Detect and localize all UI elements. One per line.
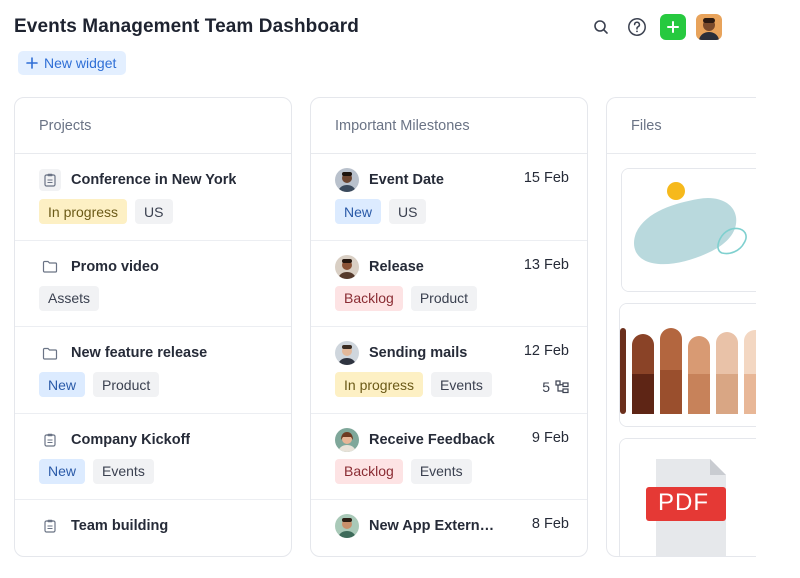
- status-tag[interactable]: Backlog: [335, 458, 403, 484]
- project-row[interactable]: Promo video Assets: [15, 241, 291, 327]
- subtasks-icon: [555, 380, 569, 394]
- milestone-title: New App Extern…: [369, 518, 495, 534]
- file-thumbnail-pdf[interactable]: PDF: [619, 438, 756, 556]
- milestone-row[interactable]: New App Extern… 8 Feb: [311, 500, 587, 556]
- file-thumbnail-art[interactable]: [621, 168, 756, 292]
- milestone-row[interactable]: Receive Feedback 9 Feb Backlog Events: [311, 414, 587, 500]
- avatar: [335, 254, 359, 279]
- help-button[interactable]: [624, 14, 650, 40]
- project-row[interactable]: New feature release New Product: [15, 327, 291, 414]
- milestone-title: Receive Feedback: [369, 431, 495, 448]
- status-tag[interactable]: Backlog: [335, 285, 403, 311]
- milestone-date: 13 Feb: [523, 256, 569, 273]
- label-tag[interactable]: Product: [93, 372, 160, 397]
- help-icon: [628, 18, 646, 36]
- avatar: [335, 168, 359, 192]
- project-row[interactable]: Team building: [15, 500, 291, 556]
- status-tag[interactable]: New: [39, 372, 86, 397]
- page-title: Events Management Team Dashboard: [14, 16, 359, 37]
- milestone-title: Event Date: [369, 172, 444, 188]
- project-title: Company Kickoff: [71, 431, 191, 448]
- milestone-row[interactable]: Release 13 Feb Backlog Product: [311, 241, 587, 327]
- label-tag[interactable]: Events: [431, 372, 492, 397]
- project-row[interactable]: Conference in New York In progress US: [15, 154, 291, 241]
- milestone-title: Release: [369, 258, 424, 275]
- pdf-label: PDF: [658, 489, 709, 516]
- folder-icon: [39, 256, 61, 278]
- label-tag[interactable]: Assets: [39, 285, 100, 311]
- search-button[interactable]: [588, 14, 614, 40]
- milestones-header: Important Milestones: [311, 98, 587, 154]
- milestone-row[interactable]: Event Date 15 Feb New US: [311, 154, 587, 241]
- search-icon: [594, 20, 608, 34]
- label-tag[interactable]: Product: [410, 285, 478, 311]
- clipboard-icon: [39, 169, 61, 191]
- new-widget-label: New widget: [44, 55, 117, 71]
- abstract-art-image: [622, 169, 756, 291]
- projects-header: Projects: [15, 98, 291, 154]
- subtask-count[interactable]: 5: [542, 379, 569, 395]
- plus-icon: [667, 21, 679, 33]
- project-title: Promo video: [71, 258, 159, 275]
- project-title: Conference in New York: [71, 172, 237, 188]
- status-tag[interactable]: New: [39, 458, 86, 484]
- add-button[interactable]: [660, 14, 686, 40]
- subtask-count-value: 5: [542, 379, 550, 395]
- project-title: New feature release: [71, 345, 208, 361]
- milestone-title: Sending mails: [369, 345, 468, 361]
- project-title: Team building: [71, 518, 169, 534]
- files-header: Files: [607, 98, 756, 154]
- milestone-date: 9 Feb: [531, 429, 569, 446]
- folder-icon: [39, 342, 61, 364]
- milestone-date: 15 Feb: [523, 170, 569, 186]
- label-tag[interactable]: Events: [93, 458, 154, 484]
- file-thumbnail-swatches[interactable]: [619, 303, 756, 427]
- milestones-widget: Important Milestones Event Date 15 Feb N…: [310, 97, 588, 557]
- avatar: [335, 341, 359, 365]
- clipboard-icon: [39, 515, 61, 537]
- milestone-date: 8 Feb: [531, 516, 569, 532]
- plus-icon: [26, 57, 38, 69]
- milestone-date: 12 Feb: [523, 343, 569, 359]
- status-tag[interactable]: New: [335, 199, 382, 224]
- new-widget-button[interactable]: New widget: [18, 51, 127, 75]
- label-tag[interactable]: US: [389, 199, 427, 224]
- user-avatar[interactable]: [696, 14, 722, 40]
- milestone-row[interactable]: Sending mails 12 Feb In progress Events …: [311, 327, 587, 414]
- avatar: [335, 514, 359, 538]
- avatar: [335, 427, 359, 452]
- color-swatches-image: [620, 304, 756, 426]
- label-tag[interactable]: Events: [410, 458, 472, 484]
- top-actions: [588, 14, 722, 40]
- status-tag[interactable]: In progress: [335, 372, 424, 397]
- label-tag[interactable]: US: [135, 199, 173, 224]
- project-row[interactable]: Company Kickoff New Events: [15, 414, 291, 500]
- status-tag[interactable]: In progress: [39, 199, 128, 224]
- files-widget: Files PDF: [606, 97, 756, 557]
- projects-widget: Projects Conference in New York In progr…: [14, 97, 292, 557]
- clipboard-icon: [39, 429, 61, 451]
